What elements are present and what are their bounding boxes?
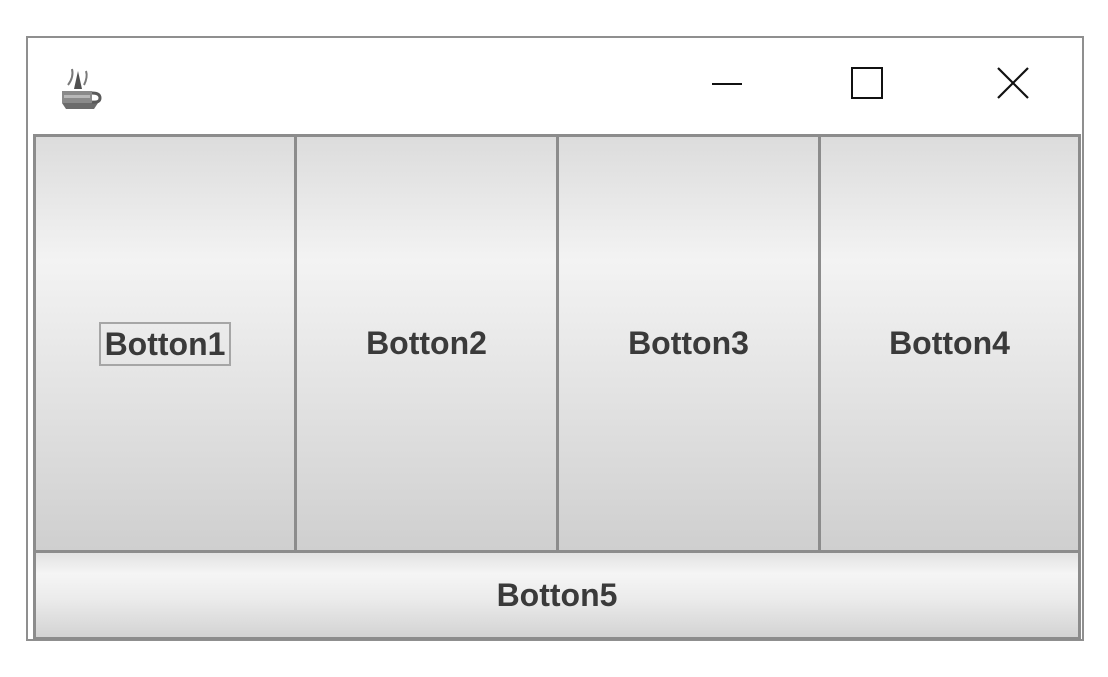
minimize-button[interactable] [692, 56, 762, 114]
button-3-label: Botton3 [628, 325, 749, 361]
button-2[interactable]: Botton2 [294, 134, 559, 553]
button-2-label: Botton2 [366, 325, 487, 361]
button-row: Botton1 Botton2 Botton3 Botton4 [33, 134, 1081, 553]
title-bar[interactable] [28, 38, 1082, 134]
button-1[interactable]: Botton1 [33, 134, 297, 553]
minimize-icon [710, 66, 744, 105]
maximize-icon [850, 66, 884, 105]
close-icon [995, 65, 1031, 106]
button-3[interactable]: Botton3 [556, 134, 821, 553]
button-5-label: Botton5 [496, 576, 618, 613]
button-4[interactable]: Botton4 [818, 134, 1081, 553]
button-1-label: Botton1 [98, 321, 232, 366]
maximize-button[interactable] [832, 56, 902, 114]
content-pane: Botton1 Botton2 Botton3 Botton4 Botton5 [33, 134, 1081, 640]
close-button[interactable] [978, 56, 1048, 114]
app-window: Botton1 Botton2 Botton3 Botton4 Botton5 [26, 36, 1084, 641]
button-5[interactable]: Botton5 [33, 550, 1081, 640]
java-cup-icon [54, 63, 106, 111]
button-4-label: Botton4 [889, 325, 1010, 361]
